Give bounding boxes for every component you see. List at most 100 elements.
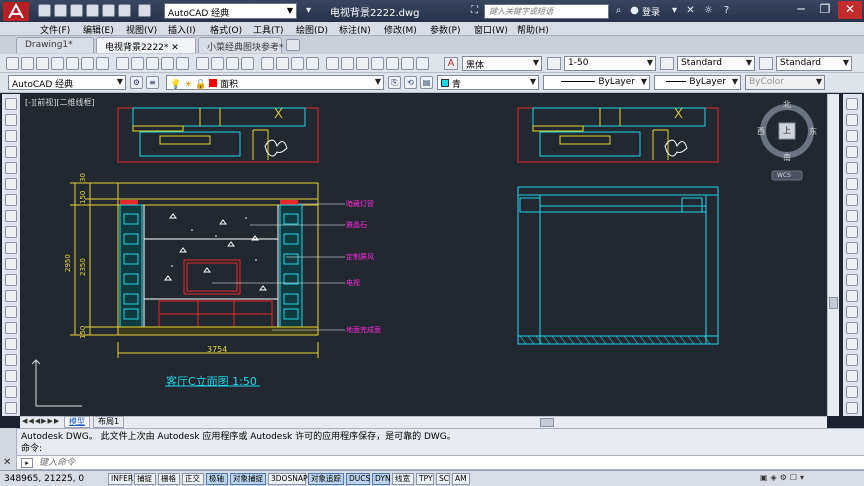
stretch-icon[interactable] [846, 226, 858, 238]
circle-icon[interactable] [5, 194, 17, 206]
viewcube[interactable] [760, 104, 814, 181]
pan-icon[interactable] [261, 57, 274, 70]
horizontal-scroll-thumb[interactable] [540, 418, 554, 427]
menu-draw[interactable]: 绘图(D) [296, 23, 328, 36]
polyline-icon[interactable] [5, 130, 17, 142]
menu-window[interactable]: 窗口(W) [474, 23, 508, 36]
match-icon[interactable] [161, 57, 174, 70]
status-toggle-捕捉[interactable]: 捕捉 [134, 473, 156, 485]
layer-previous-icon[interactable]: ⟲ [404, 76, 417, 89]
status-toggle-对象追踪[interactable]: 对象追踪 [308, 473, 344, 485]
join-icon[interactable] [846, 306, 858, 318]
cut-icon[interactable] [116, 57, 129, 70]
extend-icon[interactable] [846, 258, 858, 270]
open-icon[interactable] [54, 4, 67, 17]
ellipse-icon[interactable] [5, 242, 17, 254]
status-toggle-对象捕捉[interactable]: 对象捕捉 [230, 473, 266, 485]
array-icon[interactable] [846, 162, 858, 174]
annotation-scale-icon[interactable] [547, 57, 561, 70]
gear-icon[interactable]: ⚙ [130, 76, 143, 89]
command-input[interactable] [39, 457, 739, 469]
tab-nav-arrows[interactable]: ◀◀◀▶▶▶ [22, 417, 62, 427]
save-icon[interactable] [36, 57, 49, 70]
wcs-menu[interactable]: WCS [777, 172, 791, 179]
zoom-previous-icon[interactable] [306, 57, 319, 70]
design-center-icon[interactable] [341, 57, 354, 70]
hatch-icon[interactable] [5, 322, 17, 334]
menu-view[interactable]: 视图(V) [126, 23, 157, 36]
table-style-icon[interactable] [759, 57, 773, 70]
menu-edit[interactable]: 编辑(E) [83, 23, 114, 36]
text-style-icon[interactable]: A [444, 57, 458, 70]
status-toggle-栅格[interactable]: 栅格 [158, 473, 180, 485]
workspace-select[interactable]: AutoCAD 经典 ▼ [164, 3, 297, 19]
help-icon[interactable]: ? [720, 5, 733, 17]
annotation-scale-select[interactable]: 1-50 ▼ [564, 56, 656, 71]
blend-icon[interactable] [846, 370, 858, 382]
insert-block-icon[interactable] [5, 274, 17, 286]
status-tray-icons[interactable]: ▣◈⚙☐▾ [760, 473, 856, 485]
tab-block-reference[interactable]: 小菜经典图块参考* [198, 37, 284, 53]
zoom-window-icon[interactable] [291, 57, 304, 70]
menu-parametric[interactable]: 参数(P) [430, 23, 460, 36]
undo-icon[interactable] [118, 4, 131, 17]
properties-icon[interactable] [326, 57, 339, 70]
ellipse-arc-icon[interactable] [5, 258, 17, 270]
dim-style-icon[interactable] [660, 57, 674, 70]
layer-manager-icon[interactable]: ≡ [146, 76, 159, 89]
text-style-select[interactable]: 黑体 ▼ [462, 56, 542, 71]
status-toggle-dyn[interactable]: DYN [372, 473, 391, 485]
brush-icon[interactable] [176, 57, 189, 70]
tool-palette-icon[interactable] [356, 57, 369, 70]
login-link[interactable]: 登录 [642, 5, 660, 18]
vertical-scroll-thumb[interactable] [829, 297, 838, 309]
layer-state-icon[interactable]: ▤ [420, 76, 433, 89]
menu-file[interactable]: 文件(F) [40, 23, 70, 36]
polygon-icon[interactable] [5, 146, 17, 158]
dropdown-icon[interactable]: ▾ [668, 5, 681, 17]
menu-modify[interactable]: 修改(M) [384, 23, 417, 36]
mirror-icon[interactable] [846, 130, 858, 142]
tab-model[interactable]: 模型 [64, 416, 90, 428]
menu-dimension[interactable]: 标注(N) [339, 23, 371, 36]
add-selected-icon[interactable] [5, 402, 17, 414]
status-toggle-tpy[interactable]: TPY [416, 473, 434, 485]
layer-select[interactable]: 💡 ☀ 🔓 面积 ▼ [166, 75, 384, 90]
binoculars-icon[interactable]: ⛶ [468, 5, 481, 17]
close-icon[interactable]: ✕ [3, 457, 11, 468]
horizontal-scrollbar[interactable] [20, 416, 827, 428]
workspace-combo[interactable]: AutoCAD 经典 ▼ [8, 75, 126, 90]
maximize-button[interactable]: ❐ [813, 1, 837, 19]
open-icon[interactable] [21, 57, 34, 70]
color-select[interactable]: 青 ▼ [437, 75, 539, 90]
3d-print-icon[interactable] [96, 57, 109, 70]
status-toggle-am[interactable]: AM [452, 473, 470, 485]
offset-icon[interactable] [846, 146, 858, 158]
status-toggle-正交[interactable]: 正交 [182, 473, 204, 485]
construction-line-icon[interactable] [5, 114, 17, 126]
copy-object-icon[interactable] [846, 114, 858, 126]
viewcube-top[interactable]: 上 [783, 125, 791, 136]
menu-format[interactable]: 格式(O) [210, 23, 242, 36]
new-icon[interactable] [38, 4, 51, 17]
status-toggle-ducs[interactable]: DUCS [346, 473, 370, 485]
redo-icon[interactable] [226, 57, 239, 70]
status-toggle-sc[interactable]: SC [436, 473, 450, 485]
trim-icon[interactable] [846, 242, 858, 254]
new-icon[interactable] [6, 57, 19, 70]
viewcube-north[interactable]: 北 [783, 99, 791, 110]
status-toggle-infer[interactable]: INFER [108, 473, 133, 485]
paste-icon[interactable] [146, 57, 159, 70]
table-icon[interactable] [5, 370, 17, 382]
scale-icon[interactable] [846, 210, 858, 222]
properties-panel-icon[interactable] [846, 386, 858, 398]
rectangle-icon[interactable] [5, 162, 17, 174]
layer-panel-icon[interactable] [846, 402, 858, 414]
a360-icon[interactable]: ☼ [702, 5, 715, 17]
command-menu-icon[interactable]: ▸ [21, 458, 33, 468]
redo-icon[interactable] [138, 4, 151, 17]
preview-icon[interactable] [66, 57, 79, 70]
break-at-point-icon[interactable] [846, 274, 858, 286]
tab-tv-background[interactable]: 电视背景2222* ✕ [96, 37, 196, 53]
erase-icon[interactable] [846, 98, 858, 110]
